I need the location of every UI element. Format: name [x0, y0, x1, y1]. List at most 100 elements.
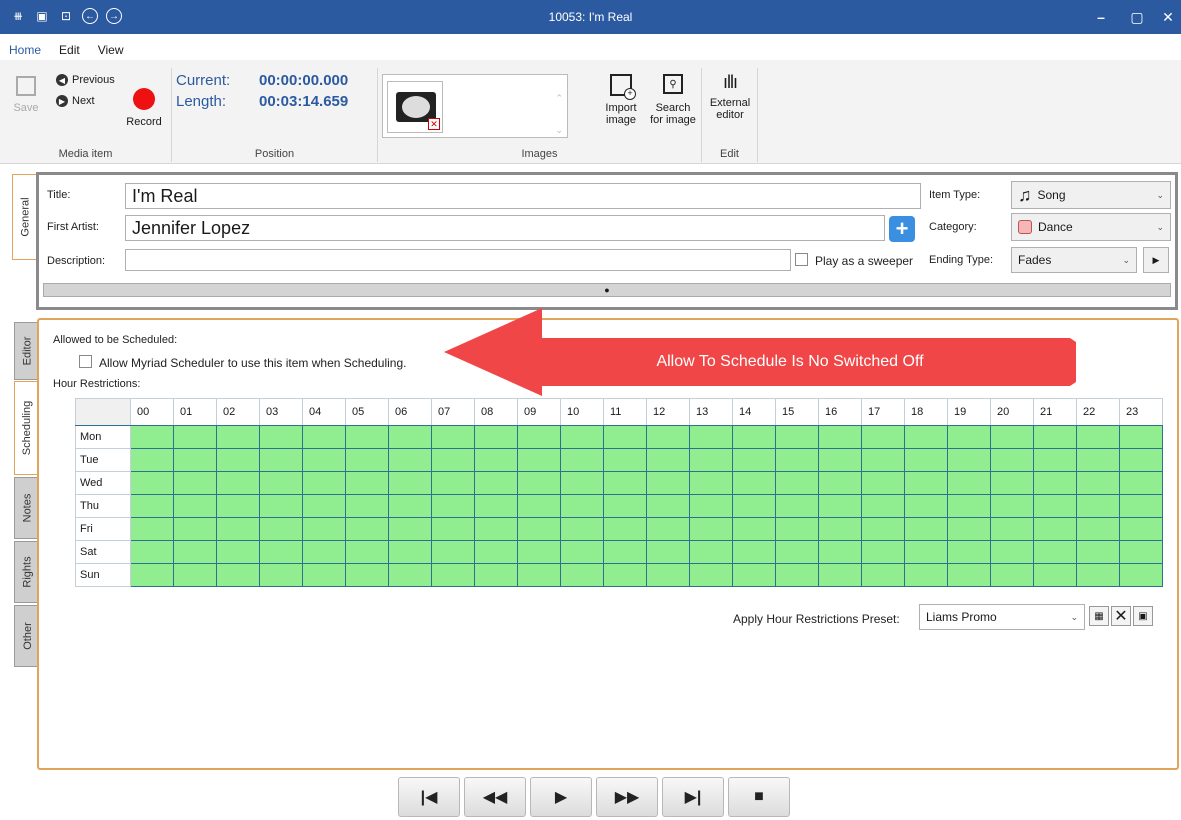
- hour-header[interactable]: 02: [216, 398, 260, 426]
- hour-cell[interactable]: [560, 563, 604, 587]
- hour-cell[interactable]: [173, 563, 217, 587]
- hour-cell[interactable]: [689, 540, 733, 564]
- hour-cell[interactable]: [1119, 448, 1163, 472]
- day-label[interactable]: Fri: [75, 517, 131, 541]
- search-image-button[interactable]: ⚲ Search for image: [648, 74, 698, 126]
- hour-cell[interactable]: [904, 425, 948, 449]
- delete-preset-button[interactable]: ✕: [1111, 606, 1131, 626]
- day-label[interactable]: Tue: [75, 448, 131, 472]
- hour-header[interactable]: 22: [1076, 398, 1120, 426]
- hour-cell[interactable]: [1119, 494, 1163, 518]
- hour-cell[interactable]: [216, 448, 260, 472]
- hour-header[interactable]: 00: [130, 398, 174, 426]
- play-ending-button[interactable]: ▶: [1143, 247, 1169, 273]
- remove-image-icon[interactable]: ✕: [428, 118, 440, 130]
- hour-cell[interactable]: [302, 517, 346, 541]
- hour-cell[interactable]: [689, 494, 733, 518]
- hour-cell[interactable]: [259, 563, 303, 587]
- sweeper-checkbox[interactable]: [795, 253, 808, 266]
- hour-header[interactable]: 13: [689, 398, 733, 426]
- hour-cell[interactable]: [345, 448, 389, 472]
- hour-cell[interactable]: [861, 494, 905, 518]
- hour-cell[interactable]: [775, 471, 819, 495]
- hour-cell[interactable]: [173, 448, 217, 472]
- hour-cell[interactable]: [474, 540, 518, 564]
- gallery-scroll-up-icon[interactable]: ⌃: [555, 93, 563, 104]
- hour-cell[interactable]: [689, 517, 733, 541]
- hour-header[interactable]: 21: [1033, 398, 1077, 426]
- hour-cell[interactable]: [732, 425, 776, 449]
- hour-cell[interactable]: [431, 425, 475, 449]
- day-label[interactable]: Wed: [75, 471, 131, 495]
- hour-header[interactable]: 14: [732, 398, 776, 426]
- hour-cell[interactable]: [1033, 563, 1077, 587]
- hour-cell[interactable]: [646, 517, 690, 541]
- hour-cell[interactable]: [904, 448, 948, 472]
- hour-cell[interactable]: [1076, 448, 1120, 472]
- hour-cell[interactable]: [1076, 494, 1120, 518]
- hour-cell[interactable]: [1076, 540, 1120, 564]
- menu-home[interactable]: Home: [0, 40, 50, 60]
- hour-cell[interactable]: [947, 563, 991, 587]
- hour-cell[interactable]: [1033, 425, 1077, 449]
- hour-cell[interactable]: [990, 448, 1034, 472]
- day-label[interactable]: Mon: [75, 425, 131, 449]
- hour-cell[interactable]: [990, 540, 1034, 564]
- hour-cell[interactable]: [1076, 471, 1120, 495]
- hour-cell[interactable]: [1033, 494, 1077, 518]
- minimize-button[interactable]: –: [1090, 6, 1112, 28]
- hour-header[interactable]: 01: [173, 398, 217, 426]
- hour-cell[interactable]: [990, 425, 1034, 449]
- close-button[interactable]: ✕: [1157, 6, 1179, 28]
- hour-cell[interactable]: [517, 494, 561, 518]
- hour-header[interactable]: 23: [1119, 398, 1163, 426]
- hour-cell[interactable]: [560, 425, 604, 449]
- day-label[interactable]: Sat: [75, 540, 131, 564]
- hour-header[interactable]: 06: [388, 398, 432, 426]
- hour-cell[interactable]: [474, 563, 518, 587]
- hour-header[interactable]: 05: [345, 398, 389, 426]
- hour-header[interactable]: 18: [904, 398, 948, 426]
- hour-cell[interactable]: [603, 563, 647, 587]
- maximize-button[interactable]: ▢: [1126, 6, 1148, 28]
- hour-cell[interactable]: [990, 494, 1034, 518]
- hour-header[interactable]: 04: [302, 398, 346, 426]
- hour-cell[interactable]: [345, 540, 389, 564]
- hour-cell[interactable]: [345, 494, 389, 518]
- hour-cell[interactable]: [947, 425, 991, 449]
- hour-cell[interactable]: [603, 494, 647, 518]
- hour-cell[interactable]: [818, 448, 862, 472]
- hour-cell[interactable]: [388, 425, 432, 449]
- hour-cell[interactable]: [173, 471, 217, 495]
- tab-general[interactable]: General: [12, 174, 38, 260]
- hour-cell[interactable]: [732, 448, 776, 472]
- hour-cell[interactable]: [1033, 517, 1077, 541]
- skip-to-end-button[interactable]: ▶|: [662, 777, 724, 817]
- day-label[interactable]: Thu: [75, 494, 131, 518]
- hour-cell[interactable]: [947, 517, 991, 541]
- hour-cell[interactable]: [259, 494, 303, 518]
- hour-header[interactable]: 07: [431, 398, 475, 426]
- gallery-scroll-down-icon[interactable]: ⌄: [555, 125, 563, 136]
- hour-cell[interactable]: [388, 540, 432, 564]
- image-gallery[interactable]: ✕ ⌃ ⌄: [382, 74, 568, 138]
- hour-cell[interactable]: [431, 540, 475, 564]
- hour-header[interactable]: 15: [775, 398, 819, 426]
- hour-header[interactable]: 12: [646, 398, 690, 426]
- hour-cell[interactable]: [646, 471, 690, 495]
- hour-cell[interactable]: [646, 425, 690, 449]
- hour-cell[interactable]: [474, 471, 518, 495]
- hour-cell[interactable]: [431, 471, 475, 495]
- hour-cell[interactable]: [216, 471, 260, 495]
- hour-cell[interactable]: [603, 425, 647, 449]
- menu-edit[interactable]: Edit: [50, 40, 89, 60]
- hour-cell[interactable]: [775, 425, 819, 449]
- first-artist-input[interactable]: Jennifer Lopez: [125, 215, 885, 241]
- hour-cell[interactable]: [302, 494, 346, 518]
- hour-header[interactable]: 08: [474, 398, 518, 426]
- hour-cell[interactable]: [130, 517, 174, 541]
- hour-cell[interactable]: [990, 517, 1034, 541]
- hour-cell[interactable]: [775, 540, 819, 564]
- hour-cell[interactable]: [1119, 425, 1163, 449]
- hour-cell[interactable]: [818, 471, 862, 495]
